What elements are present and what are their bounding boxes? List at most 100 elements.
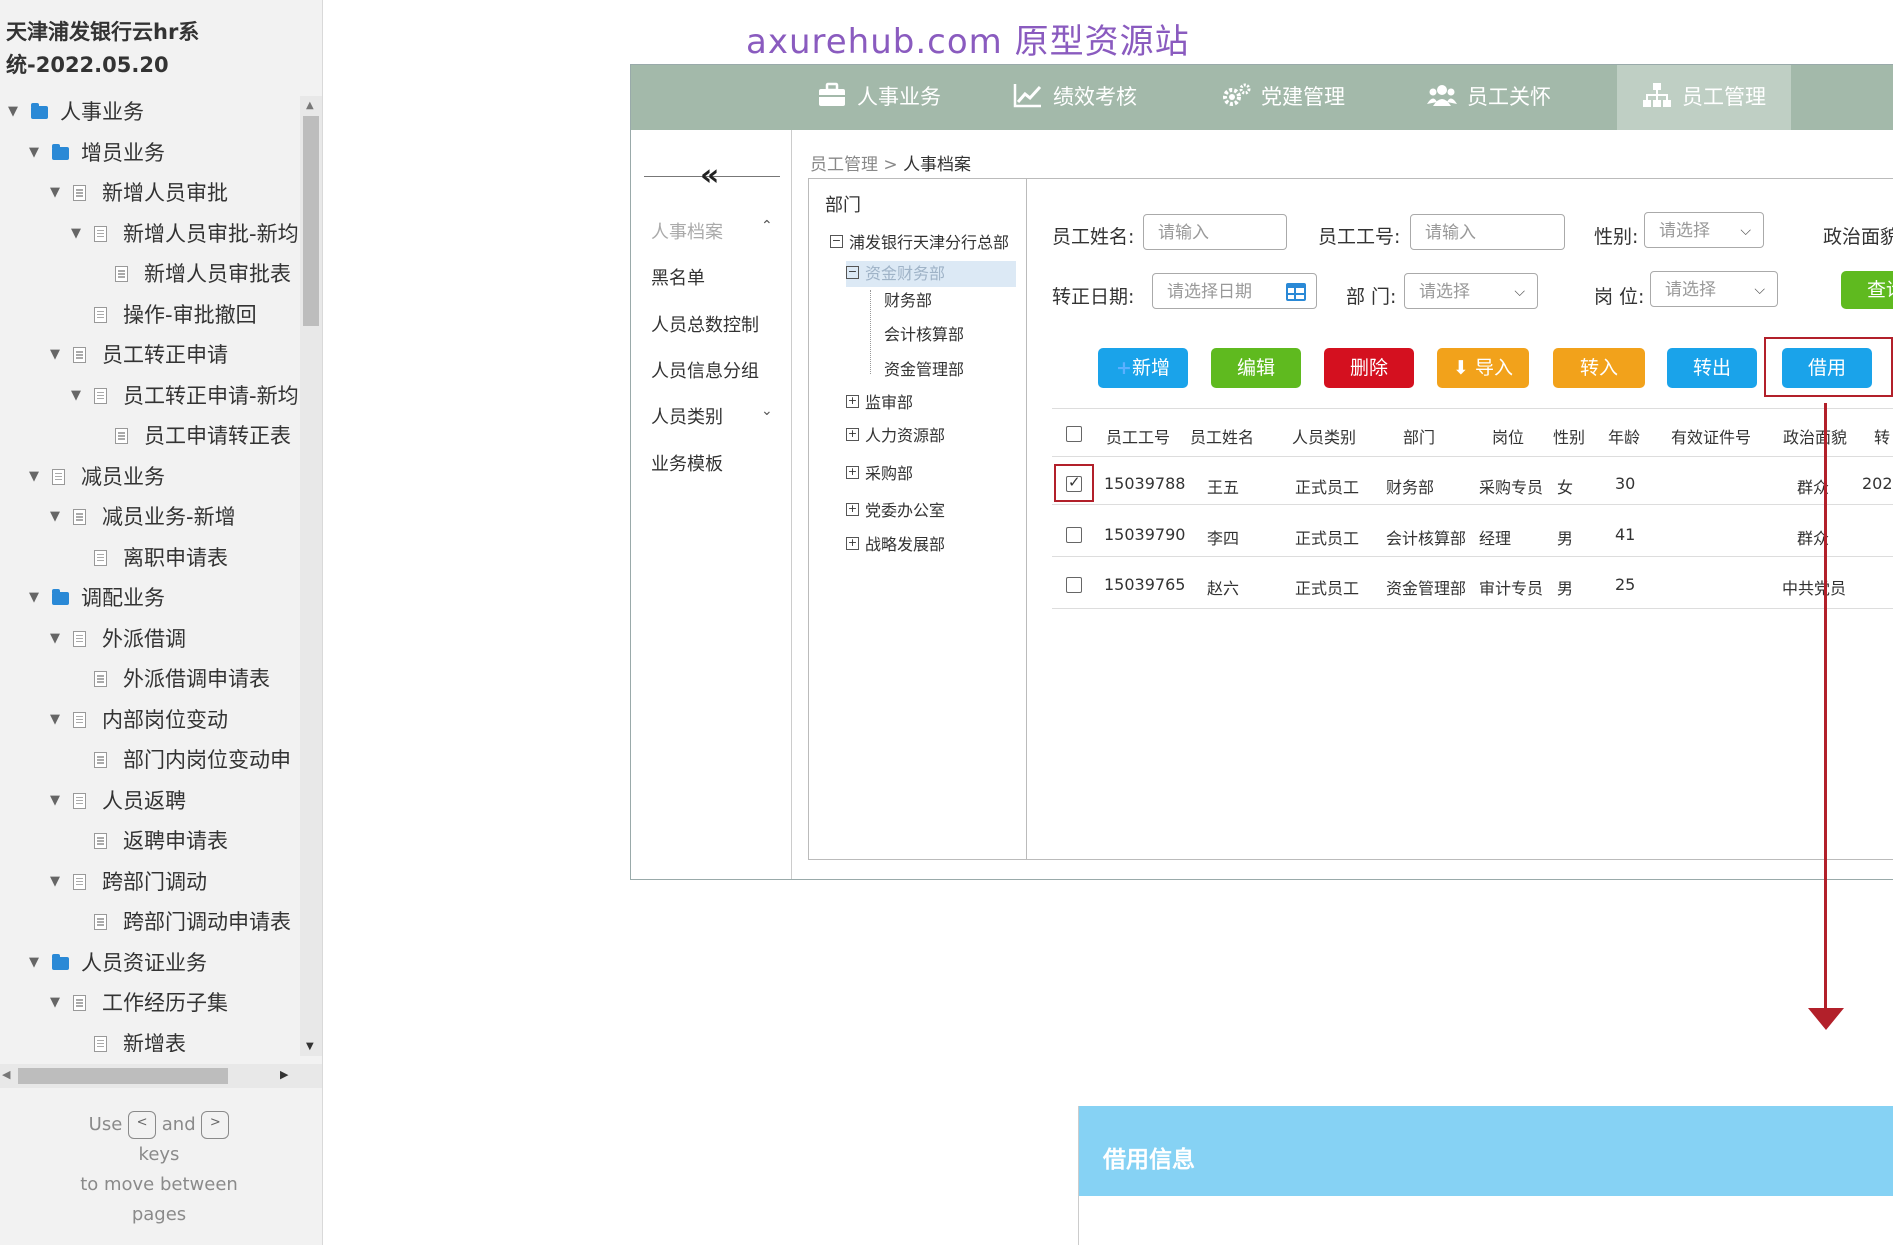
- add-button[interactable]: +新增: [1098, 348, 1188, 388]
- dept-label: 浦发银行天津分行总部: [849, 233, 1010, 252]
- tree-node[interactable]: ▼ 员工转正申请-新均: [0, 376, 300, 416]
- menu-item-personnel-category[interactable]: 人员类别 ⌄: [651, 403, 773, 429]
- tree-node[interactable]: ▼ 减员业务-新增: [0, 497, 300, 537]
- expand-toggle-icon[interactable]: ▼: [50, 781, 60, 821]
- row-checkbox[interactable]: [1066, 577, 1082, 593]
- expand-toggle-icon[interactable]: ▼: [50, 173, 60, 213]
- tree-node[interactable]: ▼ 工作经历子集: [0, 983, 300, 1023]
- edit-button[interactable]: 编辑: [1211, 348, 1301, 388]
- employee-name-input[interactable]: 请输入: [1143, 214, 1287, 250]
- import-button[interactable]: ⬇ 导入: [1437, 348, 1529, 388]
- expand-toggle-icon[interactable]: ▼: [50, 983, 60, 1023]
- expand-box-icon[interactable]: +: [846, 503, 859, 516]
- tree-node[interactable]: ▼ 人员返聘: [0, 781, 300, 821]
- tree-node[interactable]: ▼ 员工转正申请: [0, 335, 300, 375]
- nav-employee-management[interactable]: 员工管理: [1617, 65, 1791, 130]
- menu-item-blacklist[interactable]: 黑名单: [651, 264, 705, 290]
- expand-toggle-icon[interactable]: ▼: [29, 943, 39, 983]
- collapse-box-icon[interactable]: −: [846, 266, 859, 279]
- expand-toggle-icon[interactable]: ▼: [50, 335, 60, 375]
- tree-node[interactable]: ▼ 减员业务: [0, 457, 300, 497]
- expand-box-icon[interactable]: +: [846, 537, 859, 550]
- tree-node[interactable]: ▼ 调配业务: [0, 578, 300, 618]
- expand-toggle-icon[interactable]: ▼: [71, 214, 81, 254]
- expand-toggle-icon[interactable]: ▼: [71, 376, 81, 416]
- tree-node[interactable]: ▼ 跨部门调动: [0, 862, 300, 902]
- page-icon: [94, 752, 107, 768]
- menu-item-personnel-files[interactable]: 人事档案 ⌃: [651, 218, 773, 244]
- date-placeholder: 请选择日期: [1167, 282, 1252, 302]
- dept-child[interactable]: 资金管理部: [884, 357, 964, 383]
- vertical-scroll-thumb[interactable]: [303, 116, 319, 326]
- nav-performance[interactable]: 绩效考核: [995, 65, 1155, 130]
- menu-item-headcount-control[interactable]: 人员总数控制: [651, 311, 759, 337]
- dept-node[interactable]: + 采购部: [846, 461, 913, 487]
- tree-node[interactable]: 员工申请转正表: [0, 416, 300, 456]
- gender-select[interactable]: 请选择 ⌵: [1644, 212, 1764, 248]
- table-cell-name: 李四: [1207, 529, 1240, 548]
- tree-node[interactable]: ▼ 增员业务: [0, 133, 300, 173]
- row-checkbox[interactable]: [1066, 527, 1082, 543]
- menu-item-info-group[interactable]: 人员信息分组: [651, 357, 759, 383]
- tree-node[interactable]: 跨部门调动申请表: [0, 902, 300, 942]
- menu-item-business-template[interactable]: 业务模板: [651, 450, 723, 476]
- expand-toggle-icon[interactable]: ▼: [50, 862, 60, 902]
- dept-label: 资金财务部: [865, 264, 946, 283]
- expand-box-icon[interactable]: +: [846, 466, 859, 479]
- dept-root[interactable]: − 浦发银行天津分行总部: [830, 230, 1009, 256]
- tree-node[interactable]: ▼ 新增人员审批-新均: [0, 214, 300, 254]
- dept-child[interactable]: 财务部: [884, 288, 932, 314]
- expand-toggle-icon[interactable]: ▼: [50, 497, 60, 537]
- collapse-menu-icon[interactable]: «: [700, 158, 719, 193]
- expand-toggle-icon[interactable]: ▼: [50, 619, 60, 659]
- expand-box-icon[interactable]: +: [846, 428, 859, 441]
- tree-node[interactable]: 新增表: [0, 1024, 300, 1052]
- vertical-scrollbar[interactable]: ▲ ▼: [300, 96, 322, 1056]
- tree-node[interactable]: 离职申请表: [0, 538, 300, 578]
- tree-node[interactable]: 新增人员审批表: [0, 254, 300, 294]
- tree-node[interactable]: ▼ 新增人员审批: [0, 173, 300, 213]
- post-select[interactable]: 请选择 ⌵: [1650, 271, 1778, 307]
- dept-child[interactable]: 会计核算部: [884, 322, 964, 348]
- collapse-box-icon[interactable]: −: [830, 235, 843, 248]
- expand-toggle-icon[interactable]: ▼: [8, 92, 18, 132]
- scroll-right-arrow-icon[interactable]: ▶: [280, 1068, 288, 1081]
- expand-toggle-icon[interactable]: ▼: [29, 133, 39, 173]
- expand-toggle-icon[interactable]: ▼: [29, 457, 39, 497]
- tree-node[interactable]: ▼ 人员资证业务: [0, 943, 300, 983]
- nav-hr-business[interactable]: 人事业务: [799, 65, 959, 130]
- horizontal-scrollbar[interactable]: ◀ ▶: [0, 1064, 322, 1088]
- tree-node[interactable]: ▼ 内部岗位变动: [0, 700, 300, 740]
- nav-employee-care[interactable]: 员工关怀: [1409, 65, 1569, 130]
- search-button[interactable]: 查询: [1841, 271, 1893, 309]
- filter-politics-label: 政治面貌: [1823, 226, 1893, 248]
- employee-id-input[interactable]: 请输入: [1410, 214, 1565, 250]
- transfer-out-button[interactable]: 转出: [1667, 348, 1757, 388]
- dept-node[interactable]: + 人力资源部: [846, 423, 945, 449]
- dept-node[interactable]: + 战略发展部: [846, 532, 945, 558]
- expand-toggle-icon[interactable]: ▼: [29, 578, 39, 618]
- dept-selected[interactable]: − 资金财务部: [846, 261, 1016, 287]
- tree-node[interactable]: ▼ 人事业务: [0, 92, 300, 132]
- expand-toggle-icon[interactable]: ▼: [50, 700, 60, 740]
- dept-node[interactable]: + 党委办公室: [846, 498, 945, 524]
- dept-node[interactable]: + 监审部: [846, 390, 913, 416]
- expand-box-icon[interactable]: +: [846, 395, 859, 408]
- transfer-in-button[interactable]: 转入: [1553, 348, 1645, 388]
- delete-button[interactable]: 删除: [1324, 348, 1414, 388]
- tree-node[interactable]: 返聘申请表: [0, 821, 300, 861]
- tree-node[interactable]: 外派借调申请表: [0, 659, 300, 699]
- dept-select[interactable]: 请选择 ⌵: [1404, 273, 1538, 309]
- confirm-date-input[interactable]: 请选择日期: [1152, 273, 1317, 309]
- tree-node[interactable]: ▼ 外派借调: [0, 619, 300, 659]
- tree-node[interactable]: 操作-审批撤回: [0, 295, 300, 335]
- scroll-down-arrow-icon[interactable]: ▼: [306, 1041, 314, 1052]
- calendar-icon[interactable]: [1286, 283, 1306, 301]
- breadcrumb-parent[interactable]: 员工管理 >: [810, 155, 898, 175]
- scroll-up-arrow-icon[interactable]: ▲: [306, 100, 314, 111]
- horizontal-scroll-thumb[interactable]: [18, 1068, 228, 1084]
- select-all-checkbox[interactable]: [1066, 426, 1082, 442]
- tree-node[interactable]: 部门内岗位变动申: [0, 740, 300, 780]
- nav-party-building[interactable]: 党建管理: [1203, 65, 1363, 130]
- scroll-left-arrow-icon[interactable]: ◀: [2, 1068, 10, 1081]
